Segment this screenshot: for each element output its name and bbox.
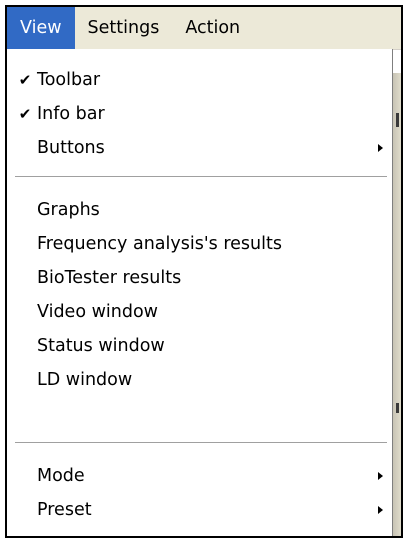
menu-item-label: Mode bbox=[37, 466, 85, 486]
menu-item-label: Info bar bbox=[37, 104, 105, 124]
menu-separator bbox=[15, 176, 387, 178]
menu-item-biotester-results[interactable]: BioTester results bbox=[7, 261, 391, 295]
menu-separator bbox=[15, 442, 387, 444]
menu-item-graphs[interactable]: Graphs bbox=[7, 193, 391, 227]
menu-item-label: Status window bbox=[37, 336, 165, 356]
submenu-arrow-icon bbox=[378, 144, 383, 152]
menu-bar: View Settings Action bbox=[7, 7, 401, 50]
checkmark-icon: ✔ bbox=[18, 105, 32, 123]
menu-settings[interactable]: Settings bbox=[75, 7, 173, 49]
window-frame: View Settings Action ✔ Toolbar ✔ Info ba… bbox=[5, 5, 403, 538]
menu-item-label: Toolbar bbox=[37, 70, 101, 90]
menu-item-frequency-analysis-results[interactable]: Frequency analysis's results bbox=[7, 227, 391, 261]
menu-item-status-window[interactable]: Status window bbox=[7, 329, 391, 363]
menu-item-label: Graphs bbox=[37, 200, 100, 220]
menu-item-preset[interactable]: Preset bbox=[7, 493, 391, 527]
menu-item-video-window[interactable]: Video window bbox=[7, 295, 391, 329]
menu-item-label: Frequency analysis's results bbox=[37, 234, 282, 254]
menu-item-label: Video window bbox=[37, 302, 158, 322]
menu-item-toolbar[interactable]: ✔ Toolbar bbox=[7, 63, 391, 97]
menu-item-mode[interactable]: Mode bbox=[7, 459, 391, 493]
view-dropdown-menu: ✔ Toolbar ✔ Info bar Buttons Graphs Freq… bbox=[7, 49, 393, 536]
menu-item-label: Buttons bbox=[37, 138, 105, 158]
menu-item-ld-window[interactable]: LD window bbox=[7, 363, 391, 397]
submenu-arrow-icon bbox=[378, 472, 383, 480]
app-edge-mark bbox=[396, 403, 399, 413]
menu-action[interactable]: Action bbox=[172, 7, 253, 49]
checkmark-icon: ✔ bbox=[18, 71, 32, 89]
app-window-edge bbox=[393, 73, 401, 536]
menu-item-info-bar[interactable]: ✔ Info bar bbox=[7, 97, 391, 131]
menu-view[interactable]: View bbox=[7, 7, 75, 49]
app-edge-mark bbox=[396, 113, 399, 127]
menu-item-label: BioTester results bbox=[37, 268, 182, 288]
submenu-arrow-icon bbox=[378, 506, 383, 514]
menu-item-buttons[interactable]: Buttons bbox=[7, 131, 391, 165]
menu-item-label: LD window bbox=[37, 370, 133, 390]
menu-item-label: Preset bbox=[37, 500, 92, 520]
